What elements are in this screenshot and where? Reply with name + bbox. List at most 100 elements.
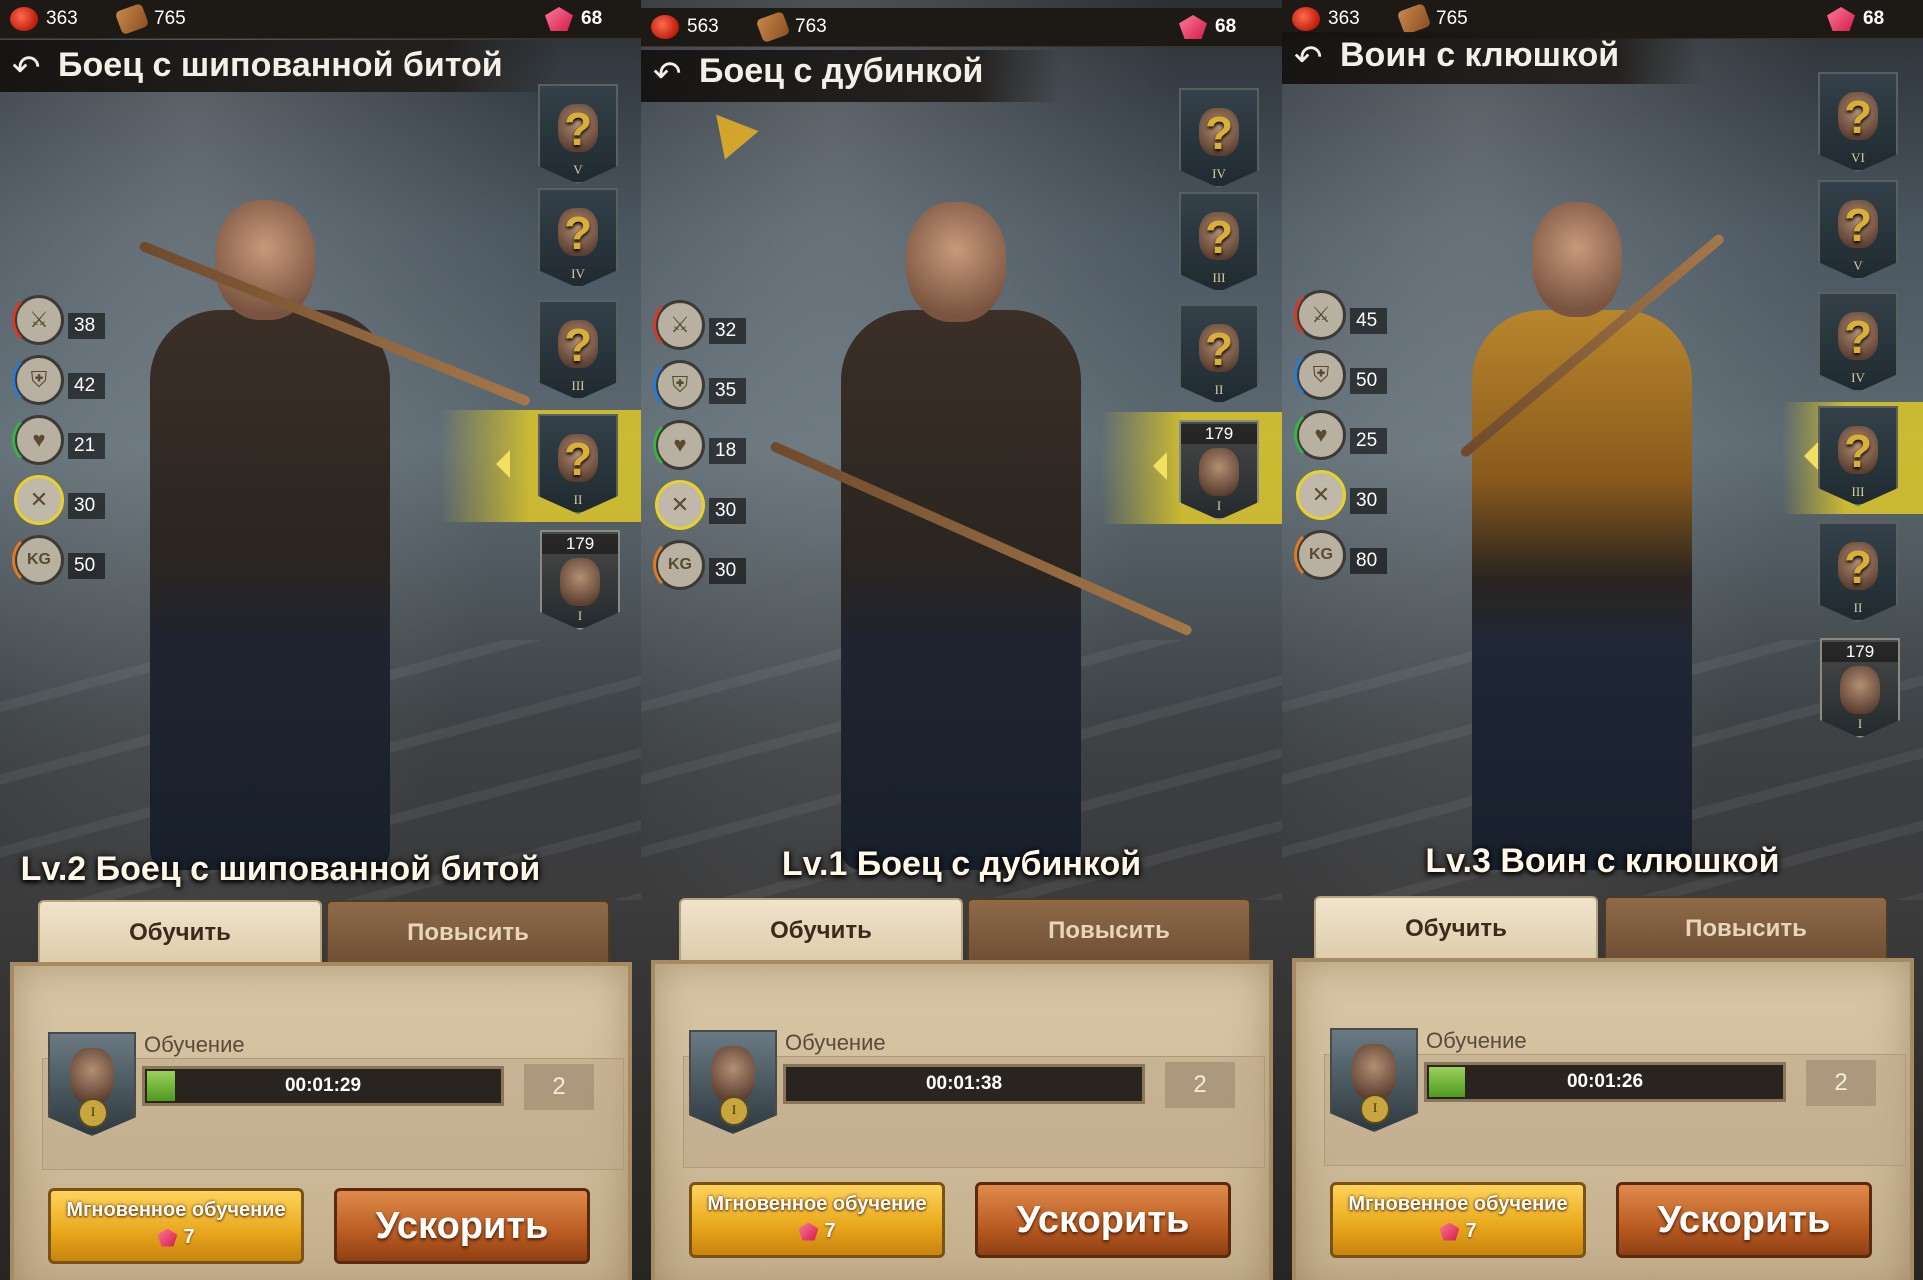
wood-icon — [114, 2, 150, 36]
stat-attack[interactable]: ⚔ 45 — [1294, 288, 1416, 342]
training-progress-bar: 00:01:38 — [783, 1064, 1145, 1104]
gem-resource[interactable]: 68 — [1827, 6, 1884, 32]
gem-icon — [545, 7, 573, 31]
back-arrow-icon[interactable]: ↶ — [12, 48, 41, 88]
wood-icon — [755, 10, 791, 44]
unit-panel-3: 363 765 68 ↶ Воин с клюшкой ⚔ 45 ⛨ 50 ♥ 25 … — [1282, 0, 1923, 1280]
training-unit-portrait: I — [48, 1032, 136, 1136]
stat-power[interactable]: ✕ 30 — [1296, 470, 1416, 522]
roster-tier-ii[interactable]: ? II — [1179, 304, 1259, 404]
tab-upgrade[interactable]: Повысить — [326, 900, 610, 968]
back-arrow-icon[interactable]: ↶ — [653, 54, 682, 94]
unit-level-title: Lv.3 Воин с клюшкой — [1425, 842, 1780, 880]
resource-bar: 363 765 68 — [0, 0, 641, 39]
back-arrow-icon[interactable]: ↶ — [1294, 38, 1323, 78]
roster-tier-ii[interactable]: ? II — [538, 414, 618, 514]
gem-icon — [798, 1222, 819, 1241]
training-label: Обучение — [144, 1032, 245, 1057]
hero-figure — [768, 180, 1194, 880]
tab-upgrade[interactable]: Повысить — [967, 898, 1251, 966]
training-panel: I Обучение 00:01:26 2 Мгновенное обучени… — [1292, 958, 1914, 1280]
wood-resource: 765 — [114, 2, 186, 36]
training-label: Обучение — [785, 1030, 886, 1055]
crossed-swords-icon: ✕ — [655, 480, 705, 530]
training-panel: I Обучение 00:01:29 2 Мгновенное обучени… — [10, 962, 632, 1280]
training-label: Обучение — [1426, 1028, 1527, 1053]
stat-load[interactable]: KG 30 — [653, 538, 775, 592]
speed-up-button[interactable]: Ускорить — [975, 1182, 1231, 1258]
stat-defense[interactable]: ⛨ 35 — [653, 358, 775, 412]
instant-training-button[interactable]: Мгновенное обучение 7 — [689, 1182, 945, 1258]
gem-icon — [1827, 7, 1855, 31]
stat-attack[interactable]: ⚔ 32 — [653, 298, 775, 352]
roster-tier-iii[interactable]: ? III — [1818, 406, 1898, 506]
tab-train[interactable]: Обучить — [38, 900, 322, 966]
roster-tier-iv[interactable]: ? IV — [1818, 292, 1898, 392]
stat-defense[interactable]: ⛨ 42 — [12, 353, 134, 407]
speed-up-button[interactable]: Ускорить — [334, 1188, 590, 1264]
crossed-swords-icon: ✕ — [1296, 470, 1346, 520]
crossed-swords-icon: ✕ — [14, 475, 64, 525]
training-progress-bar: 00:01:29 — [142, 1066, 504, 1106]
tomato-icon — [651, 15, 679, 39]
stat-health[interactable]: ♥ 21 — [12, 413, 134, 467]
unit-level-title: Lv.1 Боец с дубинкой — [781, 845, 1142, 883]
roster-tier-vi[interactable]: ? VI — [1818, 72, 1898, 172]
hero-figure — [110, 180, 532, 880]
gem-icon — [1179, 15, 1207, 39]
stat-power[interactable]: ✕ 30 — [14, 475, 134, 527]
stat-power[interactable]: ✕ 30 — [655, 480, 775, 532]
gem-resource[interactable]: 68 — [1179, 14, 1236, 40]
roster-tier-v[interactable]: ? V — [1818, 180, 1898, 280]
roster-tier-iv[interactable]: ? IV — [538, 188, 618, 288]
unit-panel-1: 363 765 68 ↶ Боец с шипованной битой ⚔ 38… — [0, 0, 641, 1280]
stat-attack[interactable]: ⚔ 38 — [12, 293, 134, 347]
wood-resource: 763 — [755, 10, 827, 44]
roster-tier-i[interactable]: 179 I — [540, 530, 620, 630]
page-title: Воин с клюшкой — [1340, 36, 1620, 74]
speed-up-button[interactable]: Ускорить — [1616, 1182, 1872, 1258]
training-count: 2 — [1165, 1062, 1235, 1108]
tutorial-pointer-icon — [699, 100, 759, 160]
tomato-resource: 563 — [651, 14, 719, 40]
training-panel: I Обучение 00:01:38 2 Мгновенное обучени… — [651, 960, 1273, 1280]
stat-load[interactable]: KG 50 — [12, 533, 134, 587]
gem-icon — [157, 1228, 178, 1247]
training-unit-portrait: I — [689, 1030, 777, 1134]
unit-panel-2: 563 763 68 ↶ Боец с дубинкой ⚔ 32 ⛨ 35 ♥ 18… — [641, 0, 1282, 1280]
gem-resource[interactable]: 68 — [545, 6, 602, 32]
training-count: 2 — [524, 1064, 594, 1110]
roster-tier-v[interactable]: ? V — [538, 84, 618, 184]
selection-arrow-icon — [1804, 442, 1818, 470]
page-title: Боец с дубинкой — [699, 52, 984, 90]
tab-train[interactable]: Обучить — [1314, 896, 1598, 962]
training-count: 2 — [1806, 1060, 1876, 1106]
selection-arrow-icon — [496, 450, 510, 478]
stat-load[interactable]: KG 80 — [1294, 528, 1416, 582]
hero-figure — [1432, 180, 1762, 880]
page-title: Боец с шипованной битой — [58, 46, 503, 84]
instant-training-button[interactable]: Мгновенное обучение 7 — [48, 1188, 304, 1264]
roster-tier-iii[interactable]: ? III — [1179, 192, 1259, 292]
training-progress-bar: 00:01:26 — [1424, 1062, 1786, 1102]
stat-defense[interactable]: ⛨ 50 — [1294, 348, 1416, 402]
tomato-resource: 363 — [1292, 6, 1360, 32]
roster-tier-ii[interactable]: ? II — [1818, 522, 1898, 622]
gem-icon — [1439, 1222, 1460, 1241]
tab-train[interactable]: Обучить — [679, 898, 963, 964]
roster-tier-iii[interactable]: ? III — [538, 300, 618, 400]
instant-training-button[interactable]: Мгновенное обучение 7 — [1330, 1182, 1586, 1258]
stat-health[interactable]: ♥ 25 — [1294, 408, 1416, 462]
tomato-icon — [1292, 7, 1320, 31]
unit-level-title: Lv.2 Боец с шипованной битой — [20, 850, 541, 888]
stat-health[interactable]: ♥ 18 — [653, 418, 775, 472]
roster-tier-i[interactable]: 179 I — [1820, 638, 1900, 738]
wood-resource: 765 — [1396, 2, 1468, 36]
roster-tier-iv[interactable]: ? IV — [1179, 88, 1259, 188]
selection-arrow-icon — [1153, 452, 1167, 480]
training-unit-portrait: I — [1330, 1028, 1418, 1132]
roster-tier-i[interactable]: 179 I — [1179, 420, 1259, 520]
tomato-icon — [10, 7, 38, 31]
tomato-resource: 363 — [10, 6, 78, 32]
tab-upgrade[interactable]: Повысить — [1604, 896, 1888, 964]
